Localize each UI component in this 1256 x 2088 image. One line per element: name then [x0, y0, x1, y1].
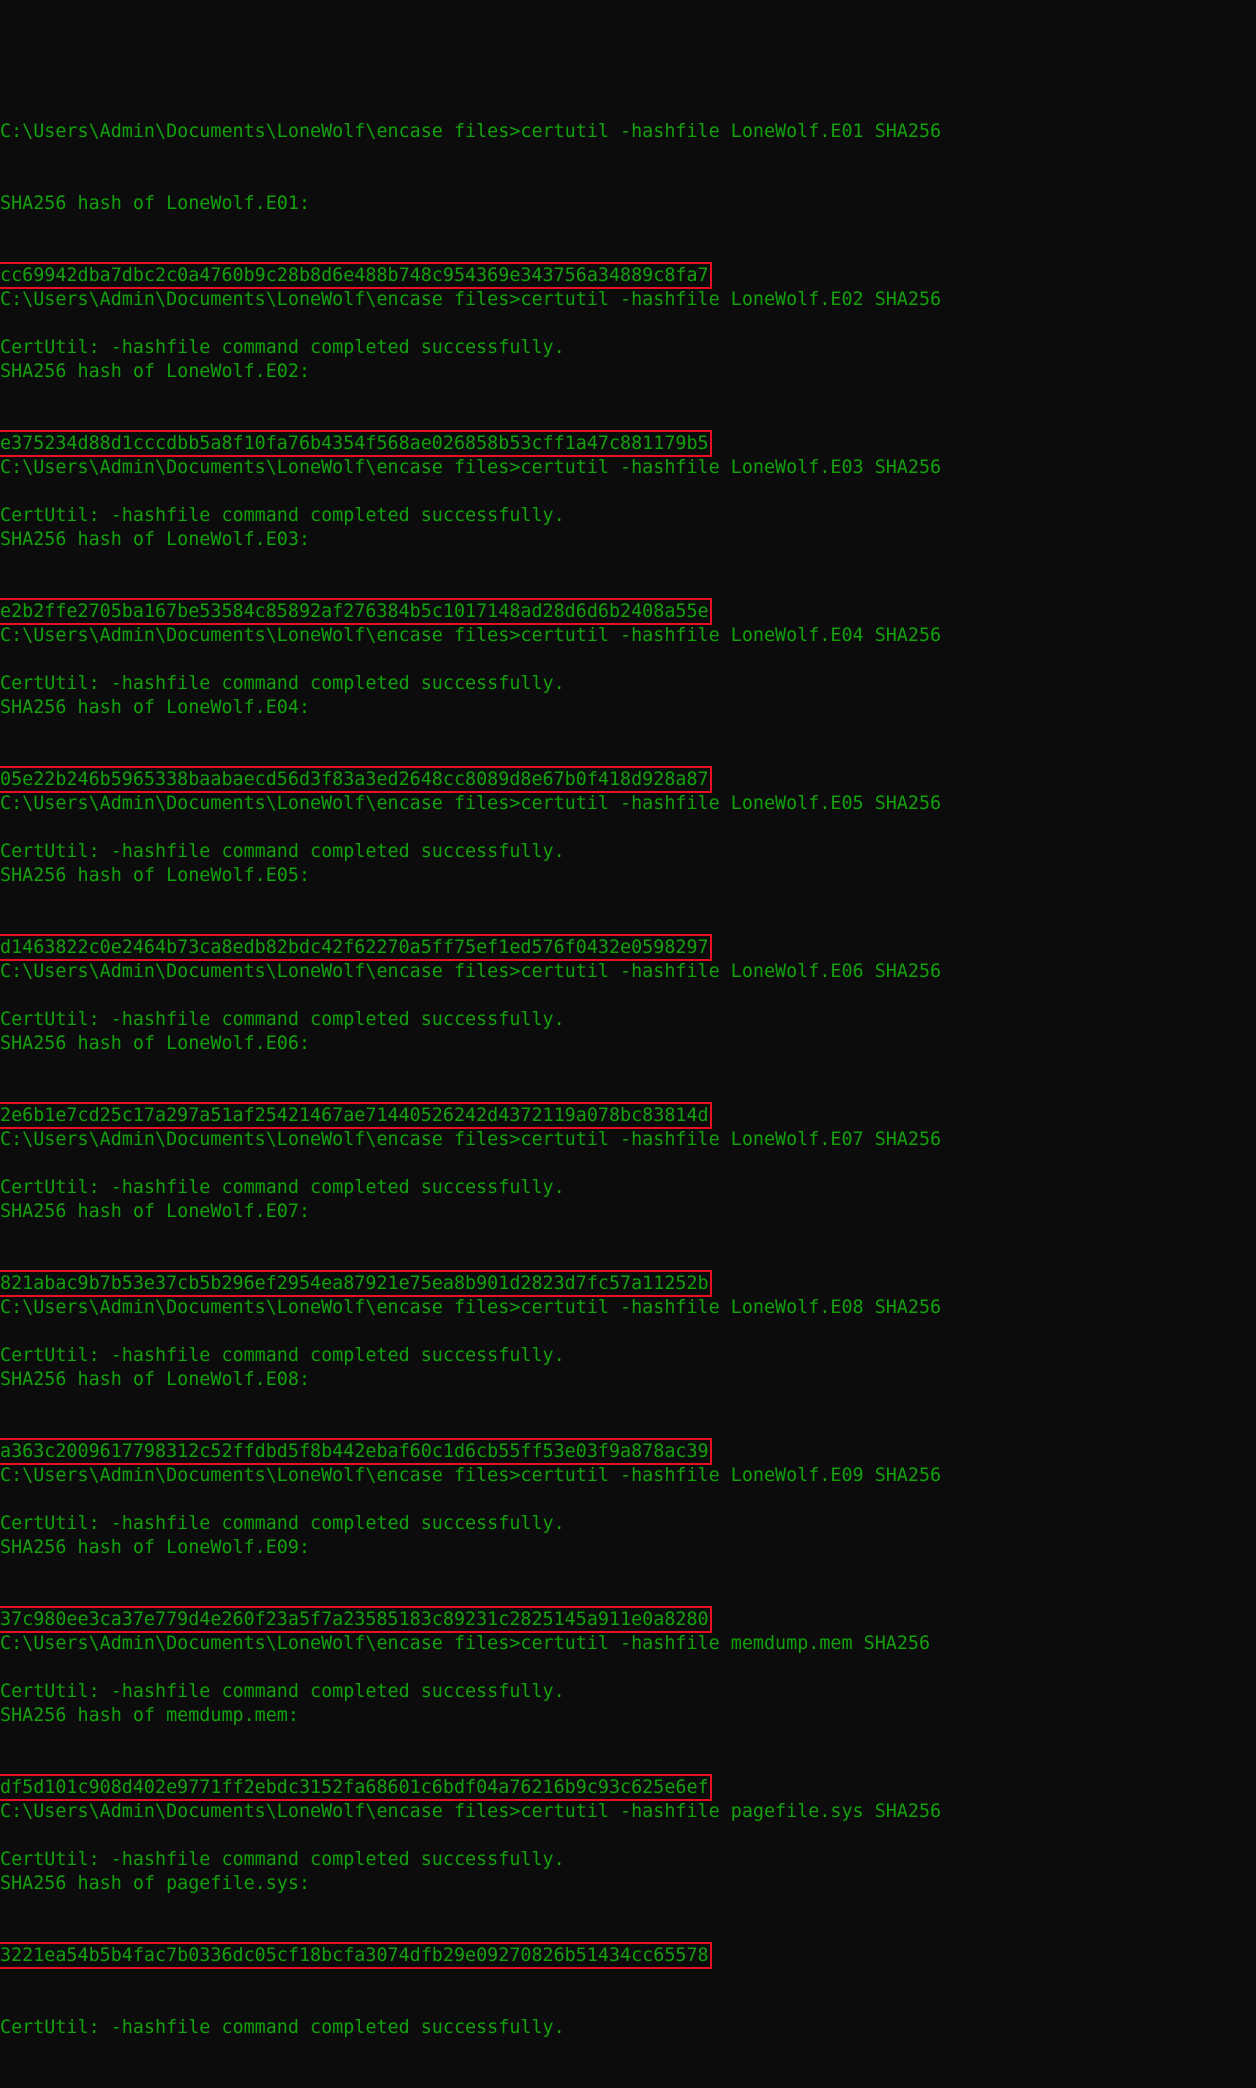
command-line: C:\Users\Admin\Documents\LoneWolf\encase… [0, 625, 942, 646]
hash-value-highlighted[interactable]: 2e6b1e7cd25c17a297a51af25421467ae7144052… [0, 1102, 712, 1129]
hash-value-highlighted[interactable]: cc69942dba7dbc2c0a4760b9c28b8d6e488b748c… [0, 262, 712, 289]
hash-header: SHA256 hash of LoneWolf.E07: [0, 1201, 311, 1222]
hash-line: 3221ea54b5b4fac7b0336dc05cf18bcfa3074dfb… [0, 1942, 1256, 1969]
command-line: C:\Users\Admin\Documents\LoneWolf\encase… [0, 793, 942, 814]
hash-header: SHA256 hash of memdump.mem: [0, 1705, 299, 1726]
command-line: C:\Users\Admin\Documents\LoneWolf\encase… [0, 1129, 942, 1150]
hash-header: SHA256 hash of LoneWolf.E05: [0, 865, 311, 886]
command-line: C:\Users\Admin\Documents\LoneWolf\encase… [0, 961, 942, 982]
hash-value-highlighted[interactable]: d1463822c0e2464b73ca8edb82bdc42f62270a5f… [0, 934, 712, 961]
hash-header: SHA256 hash of pagefile.sys: [0, 1873, 311, 1894]
hash-header: SHA256 hash of LoneWolf.E08: [0, 1369, 311, 1390]
command-line: C:\Users\Admin\Documents\LoneWolf\encase… [0, 1297, 942, 1318]
command-line: C:\Users\Admin\Documents\LoneWolf\encase… [0, 121, 942, 142]
hash-value-highlighted[interactable]: e375234d88d1cccdbb5a8f10fa76b4354f568ae0… [0, 430, 712, 457]
hash-header: SHA256 hash of LoneWolf.E03: [0, 529, 311, 550]
command-line: C:\Users\Admin\Documents\LoneWolf\encase… [0, 1465, 942, 1486]
hash-header: SHA256 hash of LoneWolf.E09: [0, 1537, 311, 1558]
hash-value-highlighted[interactable]: 3221ea54b5b4fac7b0336dc05cf18bcfa3074dfb… [0, 1942, 712, 1969]
hash-header: SHA256 hash of LoneWolf.E01: [0, 193, 311, 214]
command-line: C:\Users\Admin\Documents\LoneWolf\encase… [0, 1801, 942, 1822]
hash-value-highlighted[interactable]: e2b2ffe2705ba167be53584c85892af276384b5c… [0, 598, 712, 625]
status-line: CertUtil: -hashfile command completed su… [0, 2017, 565, 2038]
hash-header: SHA256 hash of LoneWolf.E02: [0, 361, 311, 382]
hash-value-highlighted[interactable]: df5d101c908d402e9771ff2ebdc3152fa68601c6… [0, 1774, 712, 1801]
hash-value-highlighted[interactable]: 821abac9b7b53e37cb5b296ef2954ea87921e75e… [0, 1270, 712, 1297]
hash-header: SHA256 hash of LoneWolf.E06: [0, 1033, 311, 1054]
command-line: C:\Users\Admin\Documents\LoneWolf\encase… [0, 289, 942, 310]
hash-entry: C:\Users\Admin\Documents\LoneWolf\encase… [0, 72, 1256, 358]
hash-header: SHA256 hash of LoneWolf.E04: [0, 697, 311, 718]
hash-value-highlighted[interactable]: 37c980ee3ca37e779d4e260f23a5f7a23585183c… [0, 1606, 712, 1633]
hash-value-highlighted[interactable]: 05e22b246b5965338baabaecd56d3f83a3ed2648… [0, 766, 712, 793]
command-line: C:\Users\Admin\Documents\LoneWolf\encase… [0, 457, 942, 478]
terminal-output[interactable]: C:\Users\Admin\Documents\LoneWolf\encase… [0, 24, 1256, 2038]
hash-value-highlighted[interactable]: a363c2009617798312c52ffdbd5f8b442ebaf60c… [0, 1438, 712, 1465]
command-line: C:\Users\Admin\Documents\LoneWolf\encase… [0, 1633, 931, 1654]
